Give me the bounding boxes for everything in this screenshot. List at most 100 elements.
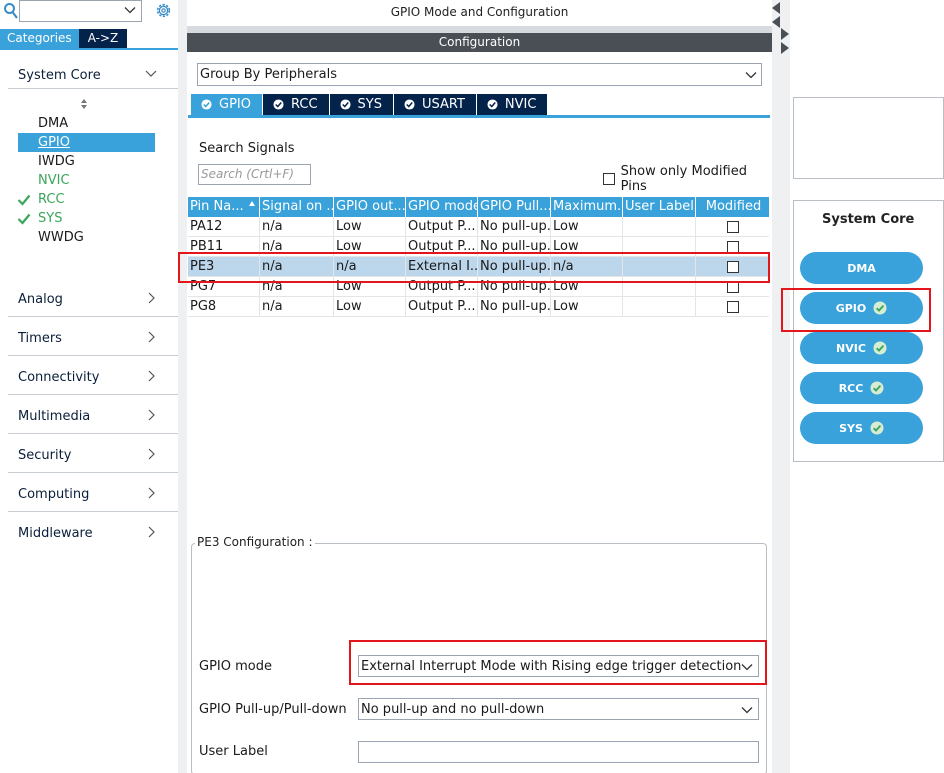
chevron-right-icon: [148, 487, 155, 499]
button-label: NVIC: [836, 341, 866, 355]
peripheral-tabs: GPIO RCC SYS USART NVIC: [191, 94, 548, 115]
col-modified[interactable]: Modified: [696, 197, 769, 217]
pin-config-title: PE3 Configuration :: [195, 535, 315, 549]
cell-signal: n/a: [260, 217, 334, 237]
ip-tree-panel: System Core DMA GPIO NVIC RCC SYS: [781, 0, 944, 773]
section-middleware[interactable]: Middleware: [8, 513, 178, 551]
cell-gpio-pull: No pull-up...: [478, 217, 551, 237]
gear-icon[interactable]: [154, 1, 173, 20]
col-label: Pin Na...: [190, 199, 244, 214]
tabs-underline: [188, 115, 770, 118]
group-by-select[interactable]: Group By Peripherals: [197, 63, 762, 86]
section-system-core[interactable]: System Core: [8, 56, 178, 89]
show-modified-toggle[interactable]: Show only Modified Pins: [603, 164, 772, 194]
tab-sys[interactable]: SYS: [329, 94, 393, 115]
periph-label: SYS: [38, 211, 63, 226]
modified-checkbox[interactable]: [726, 301, 739, 313]
chevron-right-icon: [148, 370, 155, 382]
tab-label: NVIC: [504, 97, 537, 112]
tab-label: RCC: [290, 97, 318, 112]
tab-rcc[interactable]: RCC: [262, 94, 329, 115]
modified-checkbox[interactable]: [726, 221, 739, 233]
empty-frame: [793, 97, 944, 179]
cell-gpio-output: Low: [334, 217, 406, 237]
tab-label: USART: [421, 97, 465, 112]
col-signal[interactable]: Signal on ...: [260, 197, 334, 217]
tab-gpio[interactable]: GPIO: [191, 94, 262, 115]
col-gpio-pull[interactable]: GPIO Pull...: [478, 197, 551, 217]
sort-icon[interactable]: [79, 97, 89, 111]
chevron-down-icon: [741, 707, 753, 714]
check-icon: [17, 194, 31, 206]
periph-label: DMA: [38, 116, 69, 131]
check-circle-icon: [873, 341, 887, 355]
right-splitter[interactable]: [772, 0, 790, 773]
tab-label: SYS: [357, 97, 382, 112]
rcc-button[interactable]: RCC: [800, 372, 923, 404]
highlight-gpio-button: [781, 288, 931, 332]
left-splitter[interactable]: [178, 0, 187, 773]
collapse-arrow-icon[interactable]: [772, 2, 780, 28]
config-panel: GPIO Mode and Configuration Configuratio…: [178, 0, 772, 773]
button-label: RCC: [838, 381, 864, 395]
tab-usart[interactable]: USART: [393, 94, 476, 115]
user-label-input[interactable]: [358, 741, 759, 763]
col-gpio-output[interactable]: GPIO out...: [334, 197, 406, 217]
search-signals-input[interactable]: Search (Crtl+F): [198, 164, 311, 185]
collapse-arrow-icon[interactable]: [781, 28, 789, 54]
section-multimedia[interactable]: Multimedia: [8, 396, 178, 434]
col-pin-name[interactable]: Pin Na...: [188, 197, 260, 217]
chevron-right-icon: [148, 292, 155, 304]
table-row[interactable]: PA12n/aLowOutput P...No pull-up...Low: [188, 217, 769, 237]
tab-a-to-z[interactable]: A->Z: [78, 29, 128, 48]
dma-button[interactable]: DMA: [800, 252, 923, 284]
section-label: Middleware: [18, 526, 93, 541]
periph-label: GPIO: [38, 135, 70, 150]
check-icon: [17, 213, 31, 225]
sys-button[interactable]: SYS: [800, 412, 923, 444]
panel-title: GPIO Mode and Configuration: [390, 5, 569, 19]
cell-gpio-output: Low: [334, 297, 406, 317]
tab-label: GPIO: [219, 97, 251, 112]
periph-label: RCC: [38, 192, 65, 207]
check-icon: [487, 99, 498, 110]
system-core-title: System Core: [822, 212, 915, 227]
peripheral-search-combo[interactable]: [19, 0, 142, 22]
tab-categories[interactable]: Categories: [0, 29, 79, 48]
section-label: System Core: [18, 68, 101, 83]
search-icon[interactable]: [3, 2, 19, 20]
show-modified-label: Show only Modified Pins: [620, 164, 747, 194]
section-analog[interactable]: Analog: [8, 279, 178, 317]
category-tabs: Categories A->Z: [0, 29, 128, 48]
check-icon: [273, 99, 284, 110]
periph-item-gpio[interactable]: GPIO: [18, 133, 155, 152]
col-user-label[interactable]: User Label: [623, 197, 696, 217]
col-gpio-mode[interactable]: GPIO mode: [406, 197, 478, 217]
show-modified-checkbox[interactable]: [603, 173, 615, 185]
title-divider: [187, 26, 772, 33]
cell-gpio-pull: No pull-up...: [478, 297, 551, 317]
tab-nvic[interactable]: NVIC: [476, 94, 548, 115]
gpio-pull-select[interactable]: No pull-up and no pull-down: [358, 698, 759, 720]
cell-user-label: [623, 217, 696, 237]
section-label: Computing: [18, 487, 90, 502]
section-timers[interactable]: Timers: [8, 318, 178, 356]
button-label: DMA: [847, 261, 876, 275]
cell-max-speed: Low: [551, 217, 623, 237]
chevron-down-icon: [745, 72, 757, 79]
nvic-button[interactable]: NVIC: [800, 332, 923, 364]
cell-gpio-mode: Output P...: [406, 217, 478, 237]
table-header: Pin Na... Signal on ... GPIO out... GPIO…: [188, 197, 769, 217]
section-security[interactable]: Security: [8, 435, 178, 473]
group-by-value: Group By Peripherals: [200, 67, 337, 82]
section-computing[interactable]: Computing: [8, 474, 178, 512]
user-label-label: User Label: [199, 744, 268, 759]
cell-user-label: [623, 297, 696, 317]
gpio-mode-label: GPIO mode: [199, 659, 272, 674]
cell-pin-name: PG8: [188, 297, 260, 317]
col-max-speed[interactable]: Maximum...: [551, 197, 623, 217]
section-label: Timers: [18, 331, 62, 346]
gpio-pull-value: No pull-up and no pull-down: [361, 702, 545, 717]
section-connectivity[interactable]: Connectivity: [8, 357, 178, 395]
table-row[interactable]: PG8n/aLowOutput P...No pull-up...Low: [188, 297, 769, 317]
